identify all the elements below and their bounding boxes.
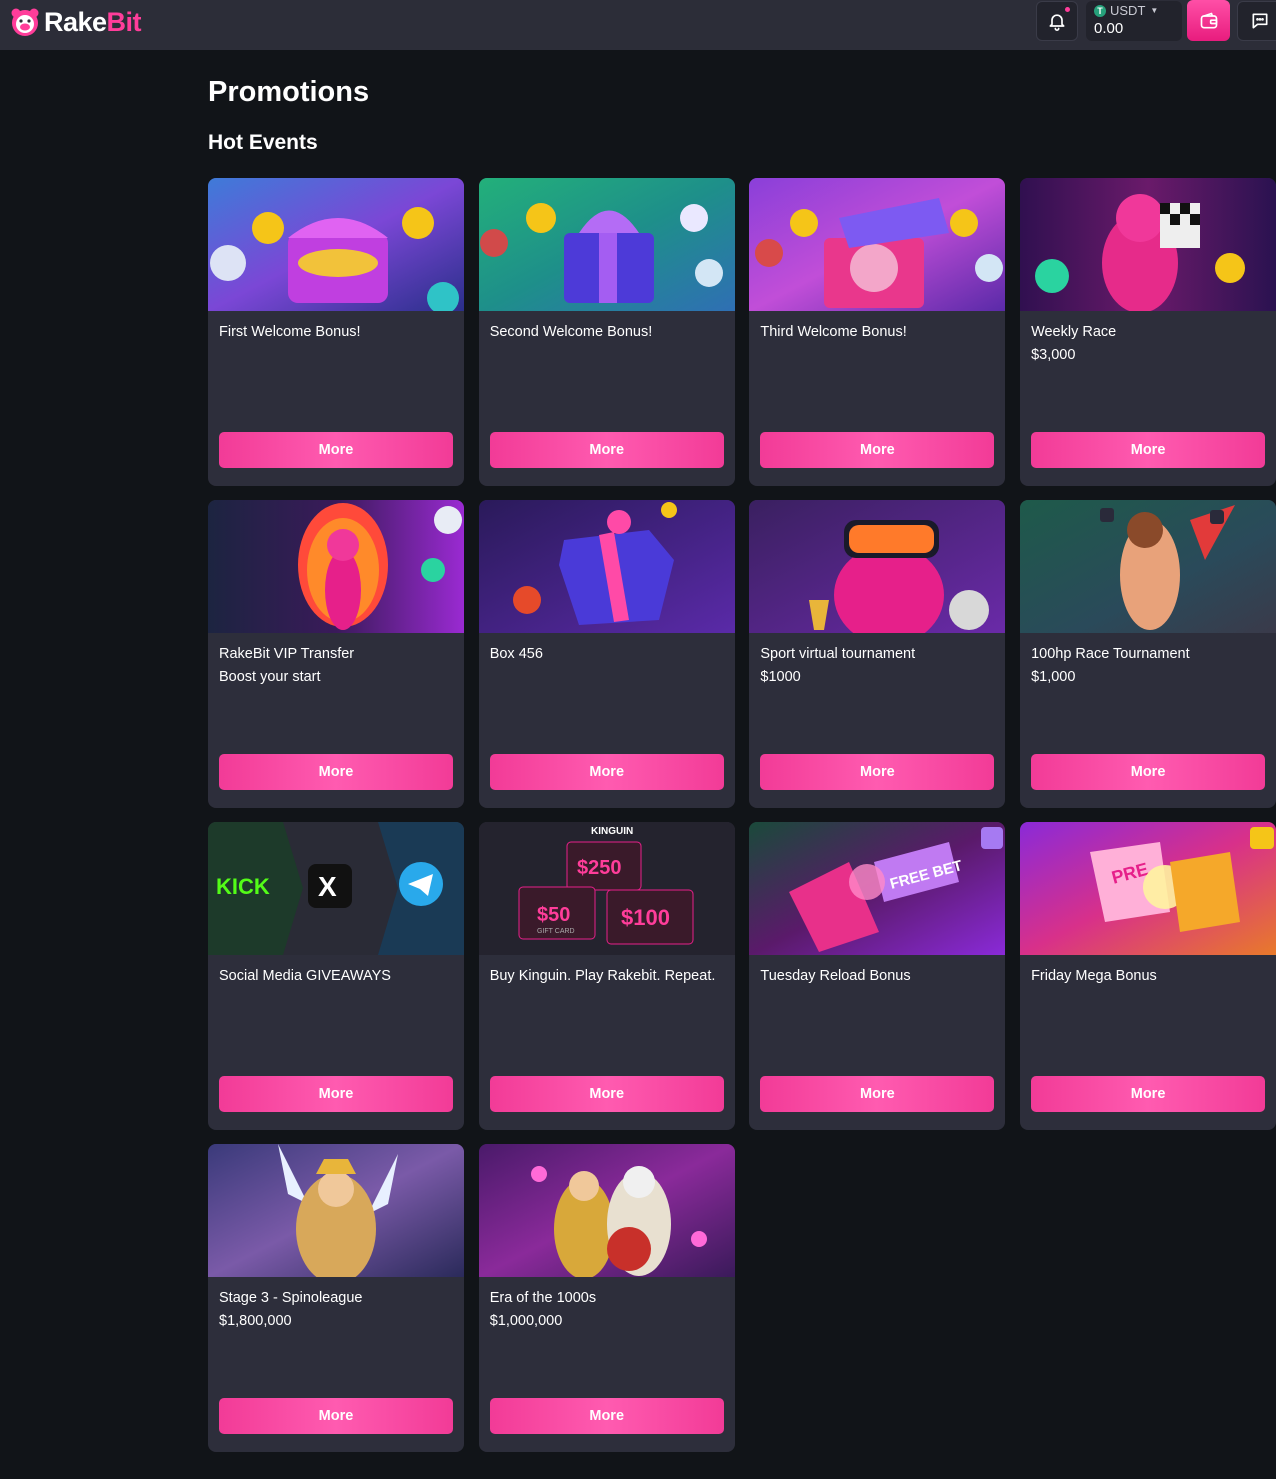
vr-bear-image [749,500,1006,633]
card-title: Second Welcome Bonus! [489,324,653,340]
card-title: Weekly Race [1031,324,1117,340]
card-subtitle: $1000 [760,669,801,685]
open-gift-box-image [749,178,1006,311]
gift-cards-image: KINGUIN $250 $50 GIFT CARD $100 [478,822,735,955]
card-title: Tuesday Reload Bonus [760,968,911,984]
more-button[interactable]: More [1031,1076,1266,1112]
card-subtitle: $1,000 [1031,669,1076,685]
card-title: Box 456 [489,646,543,662]
card-title: First Welcome Bonus! [219,324,361,340]
card-title: Third Welcome Bonus! [760,324,907,340]
promo-card[interactable]: 100hp Race Tournament $1,000 More [1020,500,1276,808]
card-subtitle: Boost your start [219,669,321,685]
chat-button[interactable] [1237,1,1276,41]
free-bet-slot-image: FREE BET [749,822,1006,955]
section-title: Hot Events [208,131,318,154]
mega-slot-image: PRE [1020,822,1276,955]
svg-text:$50: $50 [537,904,570,926]
card-title: Era of the 1000s [489,1290,597,1306]
card-subtitle: $1,800,000 [219,1313,292,1329]
promo-card[interactable]: KICK X Social Media GIVEAWAYS More [208,822,464,1130]
goddess-image [208,1144,464,1277]
more-button[interactable]: More [219,1076,453,1112]
promo-card[interactable]: KINGUIN $250 $50 GIFT CARD $100 Buy King… [478,822,735,1130]
bear-logo-icon [11,8,39,36]
kinguin-logo-text: KINGUIN [591,826,633,837]
top-header: RakeBit T USDT ▼ 0.00 [0,0,1276,50]
balance-selector[interactable]: T USDT ▼ 0.00 [1086,1,1182,41]
more-button[interactable]: More [489,754,724,790]
wallet-button[interactable] [1187,0,1230,41]
mystery-box-image [478,500,735,633]
notifications-button[interactable] [1036,1,1078,41]
card-title: RakeBit VIP Transfer [219,646,355,662]
card-title: 100hp Race Tournament [1031,646,1190,662]
racing-bear-image [1020,178,1276,311]
promo-card[interactable]: Third Welcome Bonus! More [749,178,1006,486]
logo-wordmark: RakeBit [44,6,142,37]
card-title: Stage 3 - Spinoleague [219,1290,363,1306]
svg-text:GIFT CARD: GIFT CARD [537,928,575,935]
promo-card[interactable]: Weekly Race $3,000 More [1020,178,1276,486]
balance-amount: 0.00 [1094,20,1124,37]
card-title: Sport virtual tournament [760,646,916,662]
more-button[interactable]: More [760,1076,995,1112]
promo-card[interactable]: Era of the 1000s $1,000,000 More [478,1144,735,1452]
more-button[interactable]: More [219,1398,453,1434]
vip-bear-image [208,500,464,633]
racer-girl-image [1020,500,1276,633]
promo-card[interactable]: RakeBit VIP Transfer Boost your start Mo… [208,500,464,808]
more-button[interactable]: More [489,1398,724,1434]
more-button[interactable]: More [1031,432,1266,468]
promo-card[interactable]: PRE Friday Mega Bonus More [1020,822,1276,1130]
promo-card[interactable]: Box 456 More [478,500,735,808]
chat-icon [1252,13,1267,29]
page-title: Promotions [208,76,370,108]
card-subtitle: $1,000,000 [489,1313,563,1329]
more-button[interactable]: More [489,432,724,468]
social-logos-image: KICK X [208,822,464,955]
treasure-chest-image [208,178,464,311]
card-title: Social Media GIVEAWAYS [219,968,391,984]
more-button[interactable]: More [219,432,453,468]
more-button[interactable]: More [760,754,995,790]
gift-box-image [478,178,735,311]
svg-text:X: X [318,871,337,902]
card-title: Friday Mega Bonus [1031,968,1157,984]
more-button[interactable]: More [1031,754,1266,790]
promo-card[interactable]: FREE BET Tuesday Reload Bonus More [749,822,1006,1130]
svg-text:$100: $100 [621,905,670,930]
more-button[interactable]: More [489,1076,724,1112]
card-title: Buy Kinguin. Play Rakebit. Repeat. [489,968,716,984]
bell-icon [1049,14,1065,31]
usdt-coin-icon: T [1094,4,1106,17]
promo-card[interactable]: Second Welcome Bonus! More [478,178,735,486]
more-button[interactable]: More [219,754,453,790]
wallet-icon [1200,12,1217,29]
svg-text:$250: $250 [577,857,622,879]
caret-down-icon: ▼ [1150,6,1159,15]
rakebit-logo[interactable]: RakeBit [10,6,142,38]
promotions-grid: First Welcome Bonus! More Second Welcome… [208,178,1276,1452]
currency-label: USDT [1110,3,1146,18]
kick-logo-text: KICK [216,874,270,899]
zeus-image [478,1144,735,1277]
more-button[interactable]: More [760,432,995,468]
notification-dot [1065,7,1070,12]
promo-card[interactable]: First Welcome Bonus! More [208,178,464,486]
promo-card[interactable]: Stage 3 - Spinoleague $1,800,000 More [208,1144,464,1452]
promo-card[interactable]: Sport virtual tournament $1000 More [749,500,1006,808]
card-subtitle: $3,000 [1031,347,1076,363]
